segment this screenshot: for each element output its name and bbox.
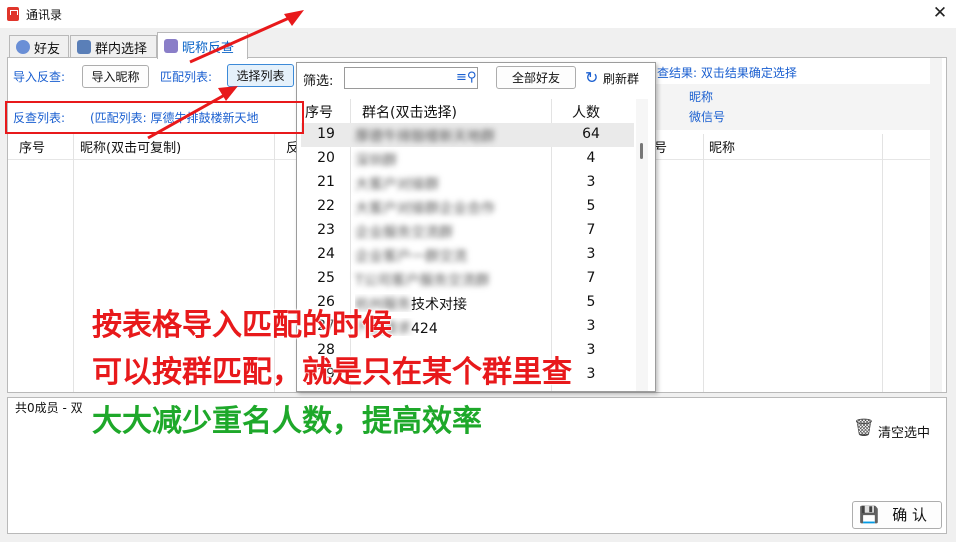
annotation-line-1: 按表格导入匹配的时候: [92, 308, 393, 344]
arrowhead-tab: [284, 10, 304, 26]
annotation-line-2: 可以按群匹配，就是只在某个群里查: [92, 355, 573, 391]
arrow-to-tab: [189, 12, 299, 64]
annotation-line-3: 大大减少重名人数，提高效率: [92, 404, 483, 440]
annotation-arrows: [147, 10, 304, 140]
arrow-to-button: [147, 90, 231, 140]
